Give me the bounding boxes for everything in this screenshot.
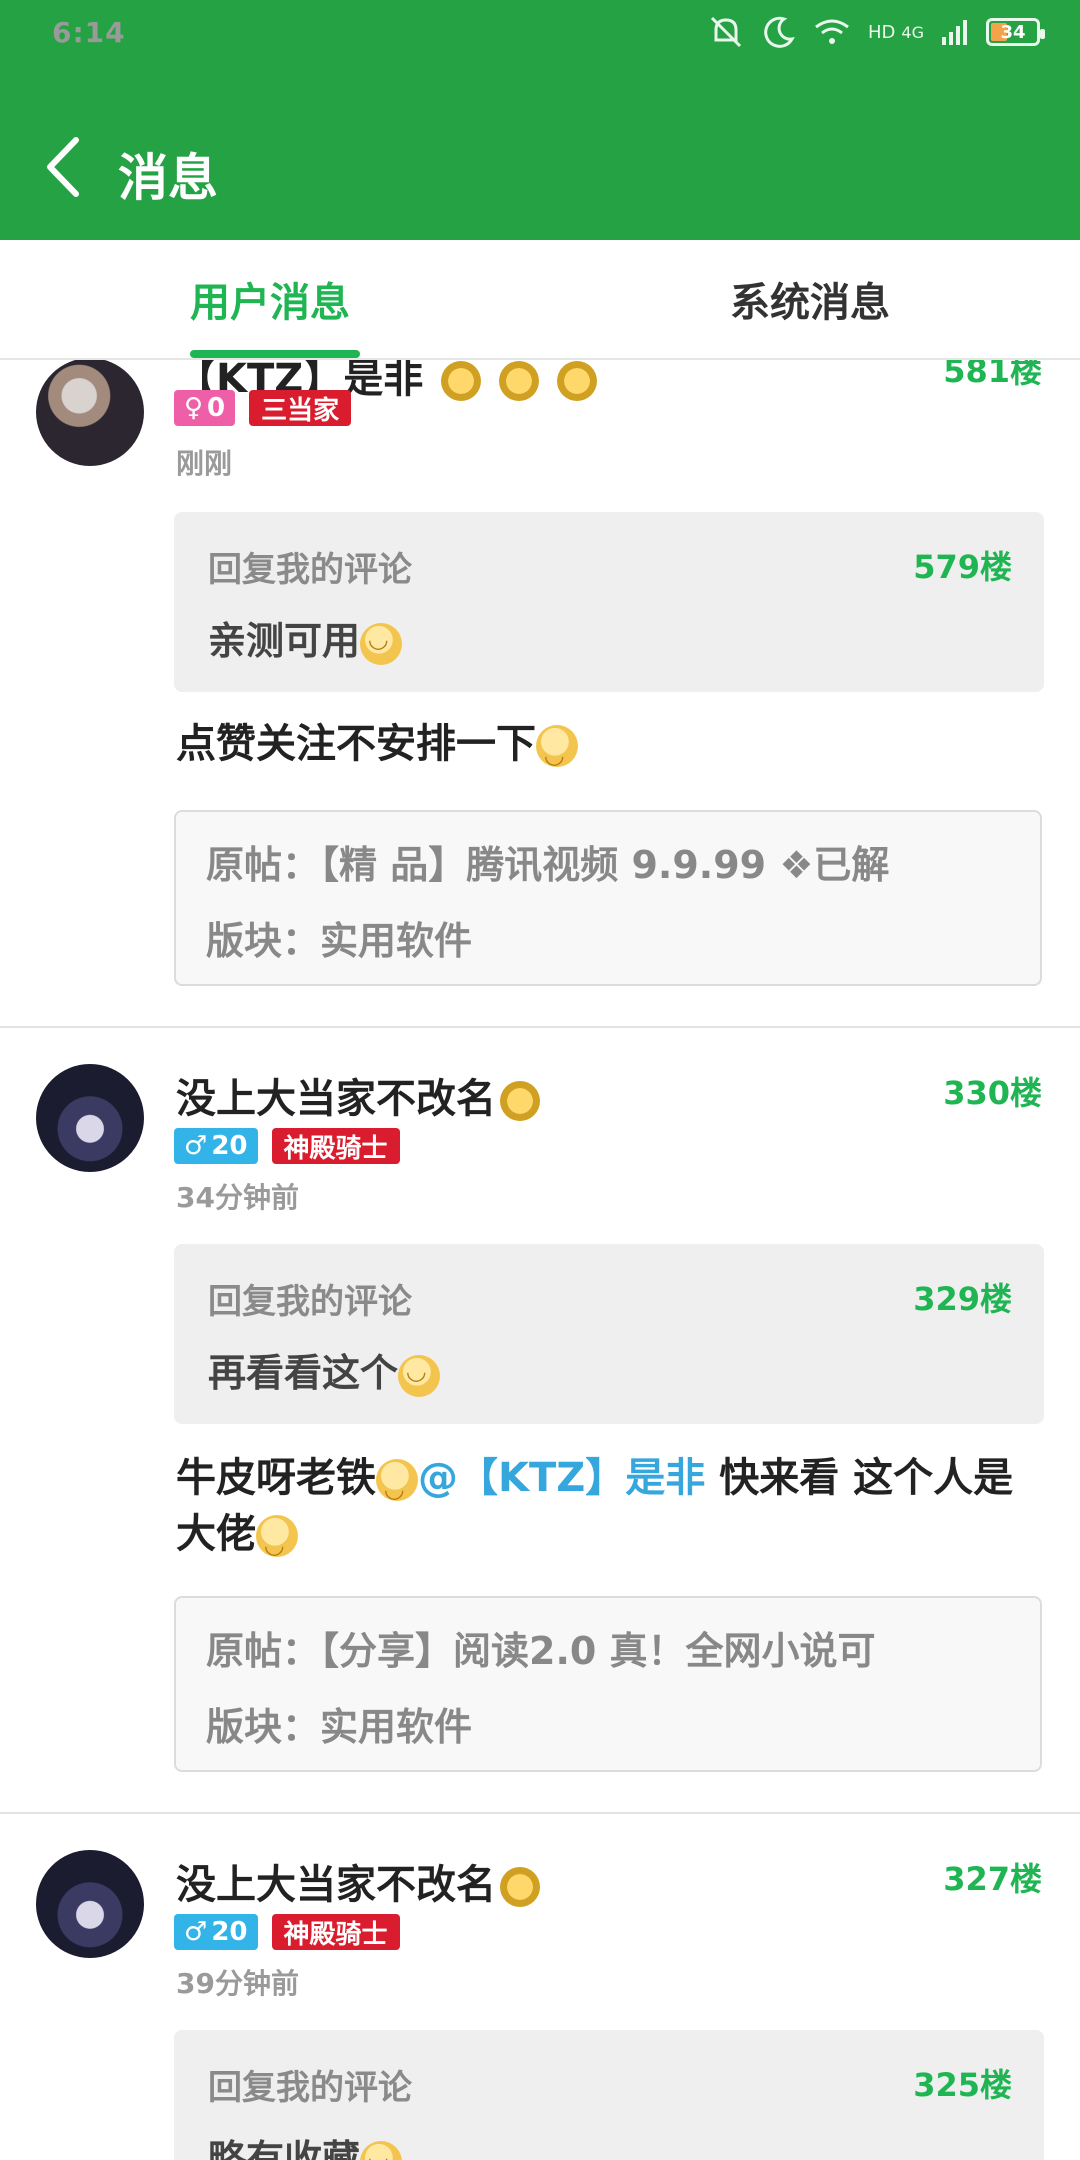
- rank-badge: 神殿骑士: [271, 1128, 400, 1164]
- post-board: 版块：实用软件: [206, 1705, 473, 1749]
- reply-floor: 579楼: [913, 548, 1012, 586]
- smile-emoji-icon: [376, 1459, 418, 1517]
- username[interactable]: 没上大当家不改名: [176, 1066, 540, 1124]
- divider: [0, 1026, 1080, 1028]
- rank-badge: 神殿骑士: [271, 1914, 400, 1950]
- female-icon: ♀: [184, 393, 204, 423]
- status-bar: 6:14 HD 4G 34: [0, 0, 1080, 70]
- battery-level: 34: [1000, 21, 1026, 43]
- reply-floor: 325楼: [913, 2066, 1012, 2104]
- comment-text: 牛皮呀老铁@【KTZ】是非 快来看 这个人是大佬: [176, 1450, 1036, 1573]
- smile-emoji-icon: [360, 2140, 403, 2160]
- avatar[interactable]: [36, 1850, 144, 1958]
- message-time: 34分钟前: [176, 1181, 299, 1214]
- back-icon[interactable]: [40, 132, 90, 202]
- battery-icon: 34: [986, 18, 1045, 46]
- post-title: 原帖：【精 品】腾讯视频 9.9.99 ❖已解: [206, 843, 890, 887]
- floor-number: 330楼: [943, 1074, 1042, 1112]
- moon-icon: [764, 16, 795, 48]
- hd-label: HD: [868, 21, 896, 43]
- tab-user-messages[interactable]: 用户消息: [170, 240, 370, 358]
- user-badges: ♀ 0 三当家: [174, 390, 352, 426]
- post-title: 原帖：【分享】阅读2.0 真！全网小说可: [206, 1629, 876, 1673]
- medal-icon: [500, 1867, 540, 1907]
- comment-text: 点赞关注不安排一下: [176, 716, 1036, 783]
- user-level: 20: [211, 1131, 248, 1161]
- tab-system-messages[interactable]: 系统消息: [710, 240, 910, 358]
- floor-number: 581楼: [943, 358, 1042, 390]
- message-list[interactable]: 【KTZ】是非 581楼 ♀ 0 三当家 刚刚 回复我的评论 579楼 亲测可用…: [0, 358, 1080, 2160]
- avatar[interactable]: [36, 1064, 144, 1172]
- reply-text: 再看看这个: [208, 1342, 441, 1397]
- divider: [0, 1812, 1080, 1814]
- smile-emoji-icon: [256, 1515, 298, 1573]
- medal-icon: [441, 361, 482, 401]
- replied-comment[interactable]: 回复我的评论 329楼 再看看这个: [174, 1244, 1044, 1424]
- smile-emoji-icon: [360, 622, 403, 665]
- page-title: 消息: [118, 149, 218, 207]
- medal-icon: [557, 361, 598, 401]
- reply-floor: 329楼: [913, 1280, 1012, 1318]
- active-tab-indicator: [190, 350, 360, 358]
- original-post-card[interactable]: 原帖：【分享】阅读2.0 真！全网小说可 版块：实用软件: [174, 1596, 1042, 1772]
- replied-comment[interactable]: 回复我的评论 579楼 亲测可用: [174, 512, 1044, 692]
- rank-badge: 三当家: [249, 390, 352, 426]
- smile-emoji-icon: [398, 1354, 441, 1397]
- male-icon: ♂: [184, 1917, 208, 1947]
- reply-text: 亲测可用: [208, 610, 403, 665]
- header: 6:14 HD 4G 34 消息: [0, 0, 1080, 240]
- mute-icon: [710, 16, 742, 48]
- signal-icon: [942, 20, 967, 45]
- user-level: 20: [211, 1917, 248, 1947]
- avatar[interactable]: [36, 358, 144, 466]
- reply-label: 回复我的评论: [208, 2068, 412, 2108]
- tab-bar: 用户消息 系统消息: [0, 240, 1080, 360]
- medal-icon: [500, 1081, 540, 1121]
- user-badges: ♂ 20 神殿骑士: [174, 1128, 400, 1164]
- reply-label: 回复我的评论: [208, 1282, 412, 1322]
- message-time: 39分钟前: [176, 1967, 299, 2000]
- male-icon: ♂: [184, 1131, 208, 1161]
- status-icons: HD 4G 34: [706, 14, 1045, 50]
- smile-emoji-icon: [536, 725, 578, 783]
- gender-badge: ♂ 20: [174, 1128, 258, 1164]
- app-bar: 消息: [0, 110, 1080, 220]
- network-label: 4G: [901, 22, 924, 42]
- status-time: 6:14: [52, 16, 126, 49]
- wifi-icon: [815, 19, 849, 44]
- user-badges: ♂ 20 神殿骑士: [174, 1914, 400, 1950]
- reply-text: 略有收藏: [208, 2128, 403, 2160]
- original-post-card[interactable]: 原帖：【精 品】腾讯视频 9.9.99 ❖已解 版块：实用软件: [174, 810, 1042, 986]
- post-board: 版块：实用软件: [206, 919, 473, 963]
- medal-icon: [499, 361, 540, 401]
- gender-badge: ♂ 20: [174, 1914, 258, 1950]
- username[interactable]: 没上大当家不改名: [176, 1852, 540, 1910]
- message-time: 刚刚: [176, 447, 233, 480]
- reply-label: 回复我的评论: [208, 550, 412, 590]
- user-level: 0: [207, 393, 226, 423]
- gender-badge: ♀ 0: [174, 390, 236, 426]
- floor-number: 327楼: [943, 1860, 1042, 1898]
- user-mention[interactable]: @【KTZ】是非: [418, 1455, 705, 1501]
- replied-comment[interactable]: 回复我的评论 325楼 略有收藏: [174, 2030, 1044, 2160]
